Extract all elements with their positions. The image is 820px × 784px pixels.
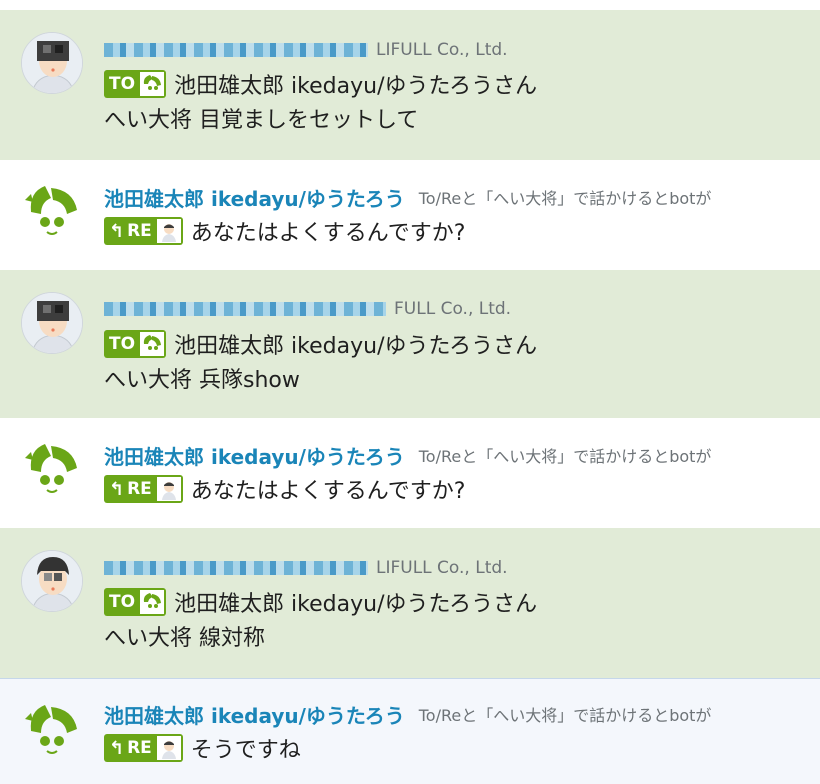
message-header: LIFULL Co., Ltd. <box>104 553 508 583</box>
bot-usage-hint: To/Reと「へい大将」で話かけるとbotが <box>418 447 712 466</box>
chat-message[interactable]: 池田雄太郎 ikedayu/ゆうたろう To/Reと「へい大将」で話かけるとbo… <box>0 678 820 784</box>
message-text: あなたはよくするんですか? <box>190 479 466 504</box>
mention-recipient: 池田雄太郎 ikedayu/ゆうたろうさん <box>174 334 538 359</box>
reply-arrow-icon: ↰ <box>109 220 125 242</box>
reply-arrow-icon: ↰ <box>109 478 125 500</box>
person-icon <box>22 293 82 353</box>
message-body: TO 池田雄太郎 ikedayu/ゆうたろうさん <box>104 68 537 100</box>
bot-icon <box>139 331 166 357</box>
bot-icon <box>25 186 77 235</box>
sender-name[interactable]: 池田雄太郎 ikedayu/ゆうたろう <box>104 441 405 470</box>
sender-name-redacted <box>104 561 368 575</box>
message-header: 池田雄太郎 ikedayu/ゆうたろう To/Reと「へい大将」で話かけるとbo… <box>104 699 711 729</box>
user-avatar[interactable] <box>21 32 83 94</box>
message-body: TO 池田雄太郎 ikedayu/ゆうたろうさん <box>104 328 537 360</box>
sender-organization: LIFULL Co., Ltd. <box>376 558 508 578</box>
person-icon <box>22 551 82 611</box>
person-icon <box>155 218 182 244</box>
bot-icon <box>139 71 166 97</box>
chat-timeline: LIFULL Co., Ltd. TO 池田雄太郎 ikedayu/ゆうたろうさ… <box>0 0 820 784</box>
bot-icon <box>25 705 77 754</box>
to-badge[interactable]: TO <box>104 588 167 616</box>
chat-message[interactable]: LIFULL Co., Ltd. TO 池田雄太郎 ikedayu/ゆうたろうさ… <box>0 10 820 160</box>
message-header: FULL Co., Ltd. <box>104 294 511 324</box>
bot-avatar[interactable] <box>21 699 83 761</box>
message-text: へい大将 線対称 <box>104 626 265 651</box>
sender-name-redacted <box>104 302 386 316</box>
person-icon <box>155 476 182 502</box>
bot-usage-hint: To/Reと「へい大将」で話かけるとbotが <box>418 706 712 725</box>
user-avatar[interactable] <box>21 292 83 354</box>
to-badge[interactable]: TO <box>104 70 167 98</box>
person-icon <box>22 33 82 93</box>
sender-name[interactable]: 池田雄太郎 ikedayu/ゆうたろう <box>104 700 405 729</box>
message-header: LIFULL Co., Ltd. <box>104 35 508 65</box>
reply-badge[interactable]: ↰ RE <box>104 475 183 503</box>
message-body: ↰ RE あなたはよくするんですか? <box>104 215 465 247</box>
message-header: 池田雄太郎 ikedayu/ゆうたろう To/Reと「へい大将」で話かけるとbo… <box>104 182 711 212</box>
reply-badge[interactable]: ↰ RE <box>104 217 183 245</box>
bot-usage-hint: To/Reと「へい大将」で話かけるとbotが <box>418 189 712 208</box>
sender-name-redacted <box>104 43 368 57</box>
reply-badge[interactable]: ↰ RE <box>104 734 183 762</box>
reply-arrow-icon: ↰ <box>109 737 125 759</box>
bot-avatar[interactable] <box>21 180 83 242</box>
mention-recipient: 池田雄太郎 ikedayu/ゆうたろうさん <box>174 592 538 617</box>
message-text: そうですね <box>190 738 301 763</box>
mention-recipient: 池田雄太郎 ikedayu/ゆうたろうさん <box>174 74 538 99</box>
person-icon <box>155 735 182 761</box>
bot-avatar[interactable] <box>21 438 83 500</box>
bot-icon <box>25 444 77 493</box>
user-avatar[interactable] <box>21 550 83 612</box>
chat-message[interactable]: FULL Co., Ltd. TO 池田雄太郎 ikedayu/ゆうたろうさん … <box>0 270 820 418</box>
sender-organization: FULL Co., Ltd. <box>394 299 512 319</box>
message-text: へい大将 兵隊show <box>104 368 300 393</box>
message-body: ↰ RE あなたはよくするんですか? <box>104 473 465 505</box>
bot-icon <box>139 589 166 615</box>
message-header: 池田雄太郎 ikedayu/ゆうたろう To/Reと「へい大将」で話かけるとbo… <box>104 440 711 470</box>
to-badge[interactable]: TO <box>104 330 167 358</box>
message-body: TO 池田雄太郎 ikedayu/ゆうたろうさん <box>104 586 537 618</box>
message-body: ↰ RE そうですね <box>104 732 301 764</box>
sender-name[interactable]: 池田雄太郎 ikedayu/ゆうたろう <box>104 183 405 212</box>
chat-message[interactable]: 池田雄太郎 ikedayu/ゆうたろう To/Reと「へい大将」で話かけるとbo… <box>0 418 820 528</box>
sender-organization: LIFULL Co., Ltd. <box>376 40 508 60</box>
chat-message[interactable]: LIFULL Co., Ltd. TO 池田雄太郎 ikedayu/ゆうたろうさ… <box>0 528 820 678</box>
chat-message[interactable]: 池田雄太郎 ikedayu/ゆうたろう To/Reと「へい大将」で話かけるとbo… <box>0 160 820 270</box>
message-text: へい大将 目覚ましをセットして <box>104 108 419 133</box>
message-text: あなたはよくするんですか? <box>190 221 466 246</box>
